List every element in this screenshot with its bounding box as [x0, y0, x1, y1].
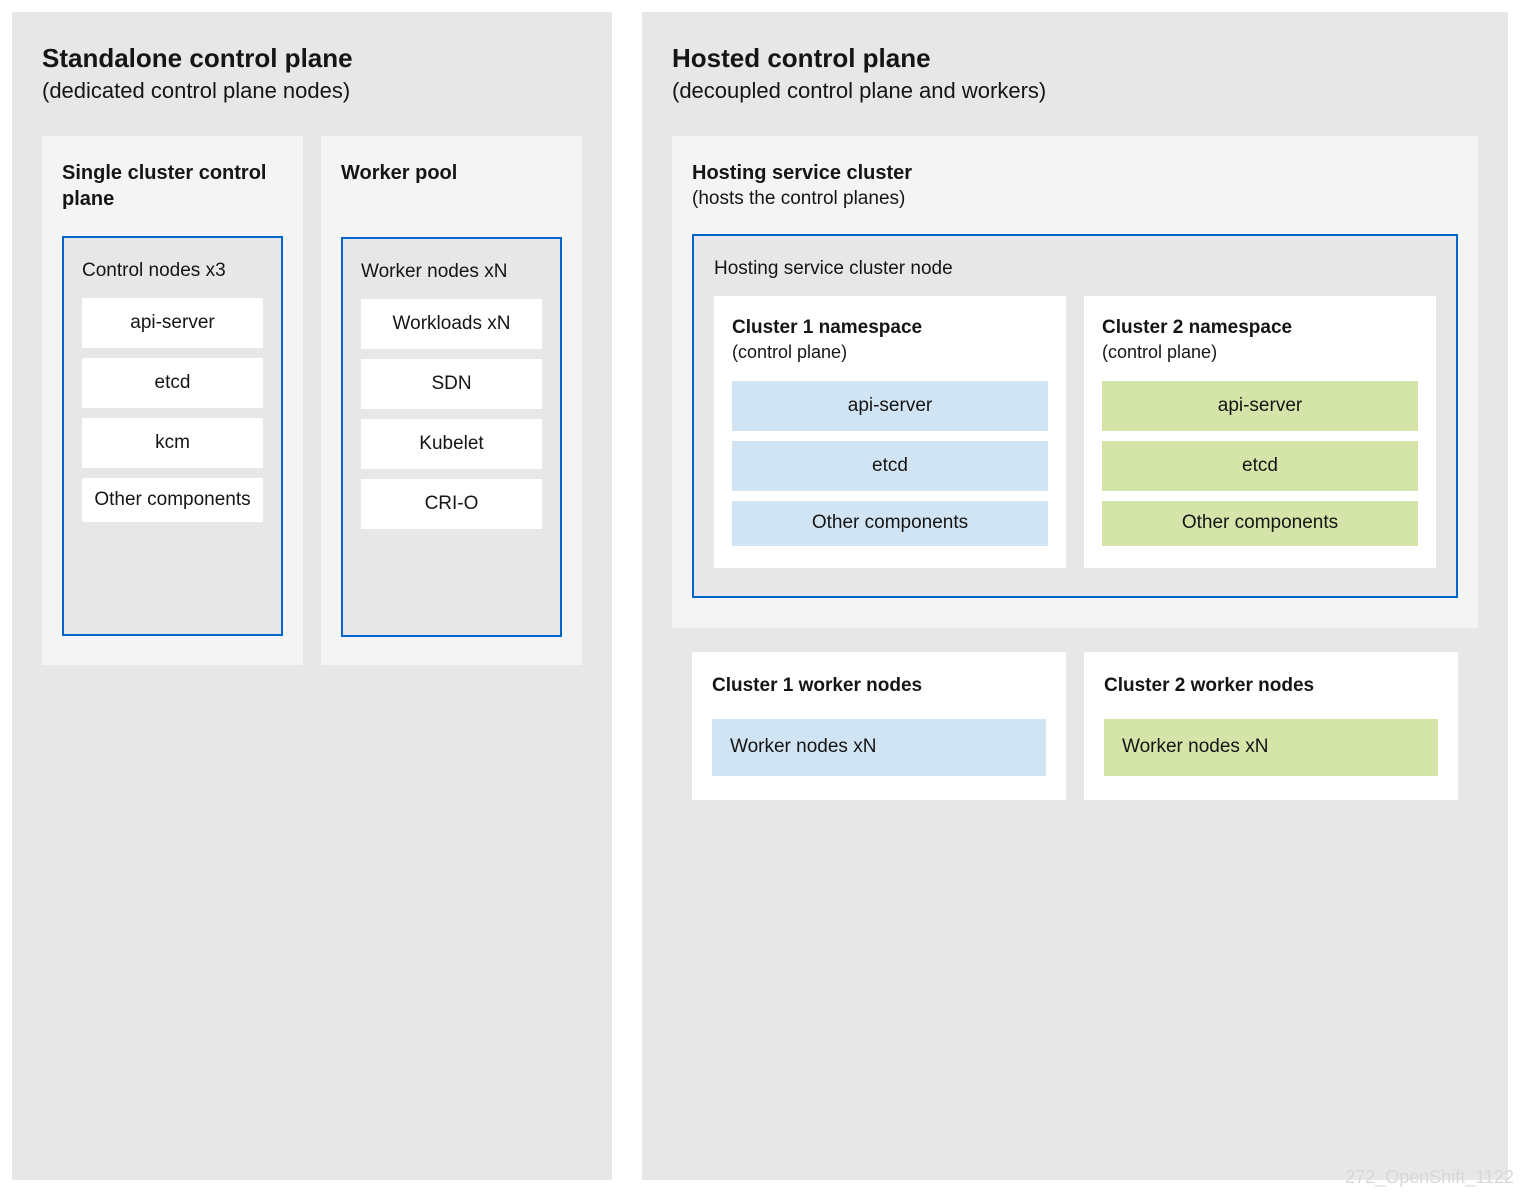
single-cluster-title: Single cluster control plane [62, 160, 283, 212]
worker-pool-title: Worker pool [341, 160, 562, 186]
component-etcd: etcd [82, 358, 263, 408]
watermark: 272_OpenShift_1122 [1345, 1167, 1514, 1188]
component-sdn: SDN [361, 359, 542, 409]
hosted-title: Hosted control plane [672, 42, 1478, 76]
cluster2-worker-title: Cluster 2 worker nodes [1104, 674, 1438, 699]
component-kubelet: Kubelet [361, 419, 542, 469]
control-nodes-box: Control nodes x3 api-server etcd kcm Oth… [62, 236, 283, 636]
worker-nodes-box: Worker nodes xN Workloads xN SDN Kubelet… [341, 237, 562, 637]
component-crio: CRI-O [361, 479, 542, 529]
hosting-cluster-panel: Hosting service cluster (hosts the contr… [672, 136, 1478, 628]
hosted-subtitle: (decoupled control plane and workers) [672, 78, 1478, 104]
cluster2-other: Other components [1102, 501, 1418, 546]
standalone-panel: Standalone control plane (dedicated cont… [12, 12, 612, 1180]
cluster1-api-server: api-server [732, 381, 1048, 431]
cluster1-worker-nodes: Worker nodes xN [712, 719, 1046, 776]
component-kcm: kcm [82, 418, 263, 468]
hosted-panel: Hosted control plane (decoupled control … [642, 12, 1508, 1180]
cluster1-namespace-subtitle: (control plane) [732, 342, 1048, 363]
cluster1-other: Other components [732, 501, 1048, 546]
control-components: api-server etcd kcm Other components [82, 298, 263, 523]
diagram-container: Standalone control plane (dedicated cont… [0, 0, 1520, 1192]
component-workloads: Workloads xN [361, 299, 542, 349]
cluster1-namespace-box: Cluster 1 namespace (control plane) api-… [714, 296, 1066, 568]
hosting-row: Hosting service cluster (hosts the contr… [672, 136, 1478, 628]
component-other: Other components [82, 478, 263, 523]
standalone-subtitle: (dedicated control plane nodes) [42, 78, 582, 104]
component-api-server: api-server [82, 298, 263, 348]
cluster1-etcd: etcd [732, 441, 1048, 491]
cluster2-api-server: api-server [1102, 381, 1418, 431]
worker-nodes-label: Worker nodes xN [361, 261, 542, 283]
control-nodes-label: Control nodes x3 [82, 260, 263, 282]
single-cluster-panel: Single cluster control plane Control nod… [42, 136, 303, 665]
cluster1-worker-box: Cluster 1 worker nodes Worker nodes xN [692, 652, 1066, 799]
cluster2-namespace-subtitle: (control plane) [1102, 342, 1418, 363]
cluster2-namespace-box: Cluster 2 namespace (control plane) api-… [1084, 296, 1436, 568]
cluster2-components: api-server etcd Other components [1102, 381, 1418, 546]
hosting-node-box: Hosting service cluster node Cluster 1 n… [692, 234, 1458, 598]
worker-pool-panel: Worker pool Worker nodes xN Workloads xN… [321, 136, 582, 665]
standalone-row: Single cluster control plane Control nod… [42, 136, 582, 665]
cluster1-worker-title: Cluster 1 worker nodes [712, 674, 1046, 699]
cluster1-namespace-title: Cluster 1 namespace [732, 316, 1048, 341]
standalone-title: Standalone control plane [42, 42, 582, 76]
cluster2-namespace-title: Cluster 2 namespace [1102, 316, 1418, 341]
worker-row: Cluster 1 worker nodes Worker nodes xN C… [672, 652, 1478, 799]
cluster1-components: api-server etcd Other components [732, 381, 1048, 546]
cluster2-etcd: etcd [1102, 441, 1418, 491]
cluster2-worker-nodes: Worker nodes xN [1104, 719, 1438, 776]
worker-components: Workloads xN SDN Kubelet CRI-O [361, 299, 542, 529]
cluster2-worker-box: Cluster 2 worker nodes Worker nodes xN [1084, 652, 1458, 799]
hosting-cluster-subtitle: (hosts the control planes) [692, 188, 1458, 210]
hosting-cluster-title: Hosting service cluster [692, 160, 1458, 186]
namespace-row: Cluster 1 namespace (control plane) api-… [714, 296, 1436, 568]
hosting-node-label: Hosting service cluster node [714, 258, 1436, 280]
